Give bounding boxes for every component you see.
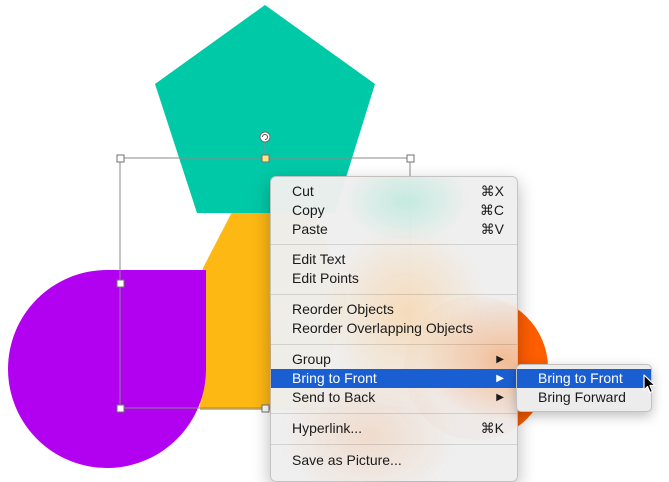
resize-handle-top-center[interactable]: [261, 154, 270, 163]
menu-item-label: Bring Forward: [538, 389, 626, 405]
menu-item-label: Reorder Objects: [292, 301, 394, 317]
shortcut-label: ⌘K: [480, 420, 504, 436]
menu-item-save-as-picture[interactable]: Save as Picture...: [271, 451, 517, 470]
menu-item-label: Send to Back: [292, 389, 376, 405]
menu-separator: [271, 294, 517, 295]
menu-item-reorder-objects[interactable]: Reorder Objects: [271, 300, 517, 319]
shortcut-label: ⌘C: [479, 202, 504, 218]
menu-item-label: Save as Picture...: [292, 452, 402, 468]
menu-item-group[interactable]: Group ▶: [271, 350, 517, 369]
menu-item-label: Group: [292, 351, 331, 367]
menu-item-label: Reorder Overlapping Objects: [292, 320, 474, 336]
menu-item-label: Bring to Front: [292, 370, 377, 386]
menu-item-label: Bring to Front: [538, 370, 623, 386]
menu-separator: [271, 413, 517, 414]
context-menu: Cut ⌘X Copy ⌘C Paste ⌘V Edit Text Edit P…: [270, 176, 518, 482]
menu-item-bring-to-front[interactable]: Bring to Front ▶: [271, 369, 517, 388]
menu-item-label: Edit Points: [292, 270, 359, 286]
menu-item-cut[interactable]: Cut ⌘X: [271, 182, 517, 201]
menu-item-label: Paste: [292, 221, 328, 237]
menu-separator: [271, 344, 517, 345]
menu-item-hyperlink[interactable]: Hyperlink... ⌘K: [271, 419, 517, 438]
submenu-arrow-icon: ▶: [496, 354, 504, 365]
submenu-arrow-icon: ▶: [496, 392, 504, 403]
menu-item-label: Cut: [292, 183, 314, 199]
rotation-handle[interactable]: [259, 131, 271, 143]
menu-item-send-to-back[interactable]: Send to Back ▶: [271, 388, 517, 407]
resize-handle-top-left[interactable]: [116, 154, 125, 163]
submenu-arrow-icon: ▶: [496, 373, 504, 384]
menu-item-label: Edit Text: [292, 251, 346, 267]
menu-item-label: Copy: [292, 202, 325, 218]
submenu-item-bring-forward[interactable]: Bring Forward: [517, 388, 651, 407]
menu-separator: [271, 444, 517, 445]
resize-handle-bottom-left[interactable]: [116, 404, 125, 413]
menu-item-paste[interactable]: Paste ⌘V: [271, 220, 517, 239]
submenu-item-bring-to-front[interactable]: Bring to Front: [517, 369, 651, 388]
resize-handle-middle-left[interactable]: [116, 279, 125, 288]
mouse-pointer-icon: [643, 374, 656, 394]
menu-item-edit-points[interactable]: Edit Points: [271, 269, 517, 288]
shortcut-label: ⌘X: [480, 183, 504, 199]
bring-to-front-submenu: Bring to Front Bring Forward: [516, 364, 652, 412]
menu-item-copy[interactable]: Copy ⌘C: [271, 201, 517, 220]
resize-handle-bottom-center[interactable]: [261, 404, 270, 413]
menu-item-label: Hyperlink...: [292, 420, 363, 436]
shortcut-label: ⌘V: [480, 221, 504, 237]
menu-item-edit-text[interactable]: Edit Text: [271, 250, 517, 269]
menu-item-reorder-overlapping-objects[interactable]: Reorder Overlapping Objects: [271, 319, 517, 338]
purple-teardrop-shape[interactable]: [8, 270, 207, 469]
menu-separator: [271, 244, 517, 245]
resize-handle-top-right[interactable]: [406, 154, 415, 163]
